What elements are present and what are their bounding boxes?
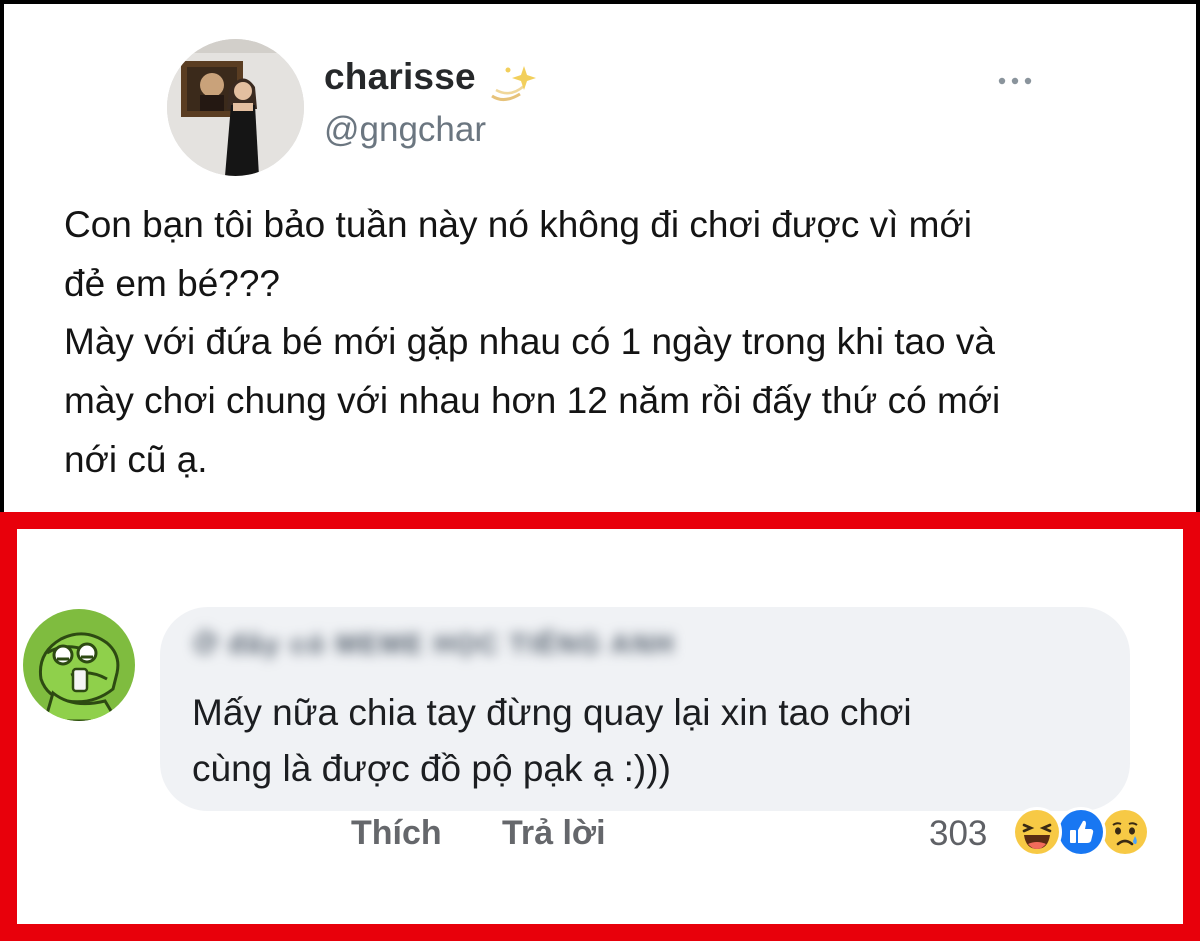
comment-bubble: Ở đây có MEME HỌC TIẾNG ANH Mấy nữa chia… — [160, 607, 1130, 811]
tweet-author-avatar[interactable] — [167, 39, 304, 176]
highlighted-comment-frame: Ở đây có MEME HỌC TIẾNG ANH Mấy nữa chia… — [0, 512, 1200, 941]
tweet-line: Mày với đứa bé mới gặp nhau có 1 ngày tr… — [64, 321, 995, 363]
reaction-summary[interactable] — [1012, 807, 1162, 861]
sparkle-icon — [486, 60, 540, 111]
comment-line: Mấy nữa chia tay đừng quay lại xin tao c… — [192, 692, 912, 733]
tweet-line: Con bạn tôi bảo tuần này nó không đi chơ… — [64, 204, 972, 245]
comment-author-name[interactable]: Ở đây có MEME HỌC TIẾNG ANH — [194, 629, 790, 667]
comment-line: cùng là được đồ pộ pạk ạ :))) — [192, 748, 671, 789]
like-icon — [1056, 807, 1106, 857]
tweet-handle[interactable]: @gngchar — [324, 110, 486, 150]
reaction-count[interactable]: 303 — [929, 814, 987, 854]
more-horizontal-icon[interactable] — [996, 72, 1034, 95]
like-button[interactable]: Thích — [351, 814, 442, 853]
tweet-display-name[interactable]: charisse — [324, 56, 476, 98]
tweet-line: mày chơi chung với nhau hơn 12 năm rồi đ… — [64, 380, 1001, 422]
sad-icon — [1100, 807, 1150, 857]
tweet-card: charisse @gngchar Con bạn tôi bảo tuần n… — [0, 0, 1200, 512]
reply-button[interactable]: Trả lời — [502, 814, 606, 853]
tweet-line: đẻ em bé??? — [64, 262, 281, 304]
haha-icon — [1012, 807, 1062, 857]
comment-body: Mấy nữa chia tay đừng quay lại xin tao c… — [192, 685, 912, 797]
commenter-avatar[interactable] — [23, 609, 135, 721]
tweet-line: nới cũ ạ. — [64, 438, 208, 480]
tweet-body: Con bạn tôi bảo tuần này nó không đi chơ… — [64, 196, 1174, 490]
